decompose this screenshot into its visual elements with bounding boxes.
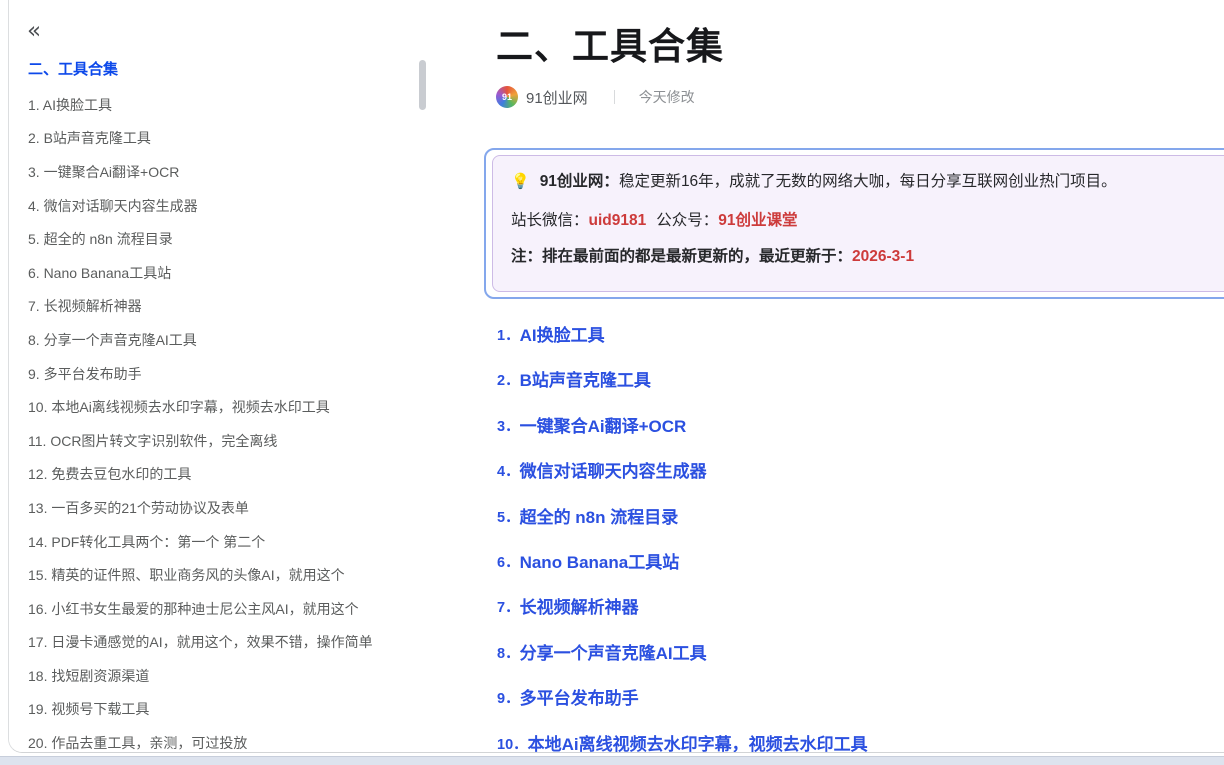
toc-item-15[interactable]: 15. 精英的证件照、职业商务风的头像AI，就用这个 xyxy=(28,558,423,592)
notice-line-3: 注：排在最前面的都是最新更新的，最近更新于：2026-3-1 xyxy=(511,244,1224,269)
wechat-id: uid9181 xyxy=(589,212,647,229)
link-number: 8． xyxy=(497,643,520,666)
page-title: 二、工具合集 xyxy=(496,16,724,70)
link-label: 长视频解析神器 xyxy=(520,597,639,619)
notice-line-2: 站长微信：uid9181 公众号：91创业课堂 xyxy=(511,208,1224,233)
notice-site-name: 91创业网： xyxy=(540,173,619,190)
lightbulb-icon: 💡 xyxy=(511,173,530,190)
update-note-label: 注：排在最前面的都是最新更新的，最近更新于： xyxy=(511,248,852,265)
official-account-name: 91创业课堂 xyxy=(718,212,797,229)
link-number: 5． xyxy=(497,507,520,530)
link-number: 1． xyxy=(497,325,520,348)
taskbar-edge xyxy=(0,756,1224,765)
link-number: 7． xyxy=(497,597,520,620)
link-label: 本地Ai离线视频去水印字幕，视频去水印工具 xyxy=(528,734,868,753)
link-label: 一键聚合Ai翻译+OCR xyxy=(520,416,687,438)
toc-item-7[interactable]: 7. 长视频解析神器 xyxy=(28,290,423,324)
sidebar-scrollbar-thumb[interactable] xyxy=(419,60,426,110)
tool-link-2[interactable]: 2．B站声音克隆工具 xyxy=(497,370,868,415)
author-avatar: 91 xyxy=(496,86,518,108)
document-main: 二、工具合集 91 91创业网 今天修改 💡 91创业网：稳定更新16年，成就了无… xyxy=(488,0,1224,752)
wechat-label: 站长微信： xyxy=(511,212,589,229)
link-label: B站声音克隆工具 xyxy=(520,370,651,392)
tool-link-list: 1．AI换脸工具 2．B站声音克隆工具 3．一键聚合Ai翻译+OCR 4．微信对… xyxy=(497,325,868,753)
toc-item-17[interactable]: 17. 日漫卡通感觉的AI，就用这个，效果不错，操作简单 xyxy=(28,626,423,660)
toc-item-11[interactable]: 11. OCR图片转文字识别软件，完全离线 xyxy=(28,424,423,458)
official-account-label: 公众号： xyxy=(656,212,718,229)
link-number: 9． xyxy=(497,688,520,711)
link-label: AI换脸工具 xyxy=(520,325,605,347)
link-number: 4． xyxy=(497,461,520,484)
link-number: 3． xyxy=(497,416,520,439)
tool-link-8[interactable]: 8．分享一个声音克隆AI工具 xyxy=(497,643,868,688)
toc-item-3[interactable]: 3. 一键聚合Ai翻译+OCR xyxy=(28,155,423,189)
tool-link-5[interactable]: 5．超全的 n8n 流程目录 xyxy=(497,507,868,552)
toc-item-8[interactable]: 8. 分享一个声音克隆AI工具 xyxy=(28,323,423,357)
toc-item-16[interactable]: 16. 小红书女生最爱的那种迪士尼公主风AI，就用这个 xyxy=(28,592,423,626)
notice-callout: 💡 91创业网：稳定更新16年，成就了无数的网络大咖，每日分享互联网创业热门项目。… xyxy=(492,155,1224,292)
toc-item-18[interactable]: 18. 找短剧资源渠道 xyxy=(28,659,423,693)
sidebar-collapse-icon[interactable]: « xyxy=(27,20,41,42)
doc-meta-row: 91 91创业网 今天修改 xyxy=(496,86,695,108)
toc-item-9[interactable]: 9. 多平台发布助手 xyxy=(28,357,423,391)
link-number: 6． xyxy=(497,552,520,575)
tool-link-7[interactable]: 7．长视频解析神器 xyxy=(497,597,868,642)
tool-link-10[interactable]: 10．本地Ai离线视频去水印字幕，视频去水印工具 xyxy=(497,734,868,753)
notice-line-1: 💡 91创业网：稳定更新16年，成就了无数的网络大咖，每日分享互联网创业热门项目。 xyxy=(511,169,1224,194)
toc-item-6[interactable]: 6. Nano Banana工具站 xyxy=(28,256,423,290)
sidebar-toc: « 二、工具合集 1. AI换脸工具 2. B站声音克隆工具 3. 一键聚合Ai… xyxy=(9,0,439,752)
toc-list: 1. AI换脸工具 2. B站声音克隆工具 3. 一键聚合Ai翻译+OCR 4.… xyxy=(28,88,423,753)
author-name: 91创业网 xyxy=(526,87,588,108)
link-label: 超全的 n8n 流程目录 xyxy=(520,507,679,529)
link-number: 2． xyxy=(497,370,520,393)
toc-item-13[interactable]: 13. 一百多买的21个劳动协议及表单 xyxy=(28,491,423,525)
avatar-label: 91 xyxy=(502,92,512,102)
notice-intro-text: 稳定更新16年，成就了无数的网络大咖，每日分享互联网创业热门项目。 xyxy=(619,173,1117,190)
document-window: « 二、工具合集 1. AI换脸工具 2. B站声音克隆工具 3. 一键聚合Ai… xyxy=(8,0,1224,753)
toc-item-4[interactable]: 4. 微信对话聊天内容生成器 xyxy=(28,189,423,223)
link-label: 微信对话聊天内容生成器 xyxy=(520,461,707,483)
link-number: 10． xyxy=(497,734,528,753)
toc-item-14[interactable]: 14. PDF转化工具两个：第一个 第二个 xyxy=(28,525,423,559)
toc-item-12[interactable]: 12. 免费去豆包水印的工具 xyxy=(28,458,423,492)
tool-link-9[interactable]: 9．多平台发布助手 xyxy=(497,688,868,733)
toc-title[interactable]: 二、工具合集 xyxy=(28,58,118,79)
update-date: 2026-3-1 xyxy=(852,248,914,265)
link-label: Nano Banana工具站 xyxy=(520,552,680,574)
toc-item-19[interactable]: 19. 视频号下载工具 xyxy=(28,693,423,727)
tool-link-3[interactable]: 3．一键聚合Ai翻译+OCR xyxy=(497,416,868,461)
toc-item-2[interactable]: 2. B站声音克隆工具 xyxy=(28,122,423,156)
toc-item-1[interactable]: 1. AI换脸工具 xyxy=(28,88,423,122)
toc-item-10[interactable]: 10. 本地Ai离线视频去水印字幕，视频去水印工具 xyxy=(28,390,423,424)
tool-link-4[interactable]: 4．微信对话聊天内容生成器 xyxy=(497,461,868,506)
toc-item-20[interactable]: 20. 作品去重工具，亲测，可过投放 xyxy=(28,726,423,753)
toc-item-5[interactable]: 5. 超全的 n8n 流程目录 xyxy=(28,222,423,256)
meta-divider xyxy=(614,90,615,104)
last-modified: 今天修改 xyxy=(639,87,695,107)
link-label: 分享一个声音克隆AI工具 xyxy=(520,643,707,665)
tool-link-6[interactable]: 6．Nano Banana工具站 xyxy=(497,552,868,597)
tool-link-1[interactable]: 1．AI换脸工具 xyxy=(497,325,868,370)
link-label: 多平台发布助手 xyxy=(520,688,639,710)
